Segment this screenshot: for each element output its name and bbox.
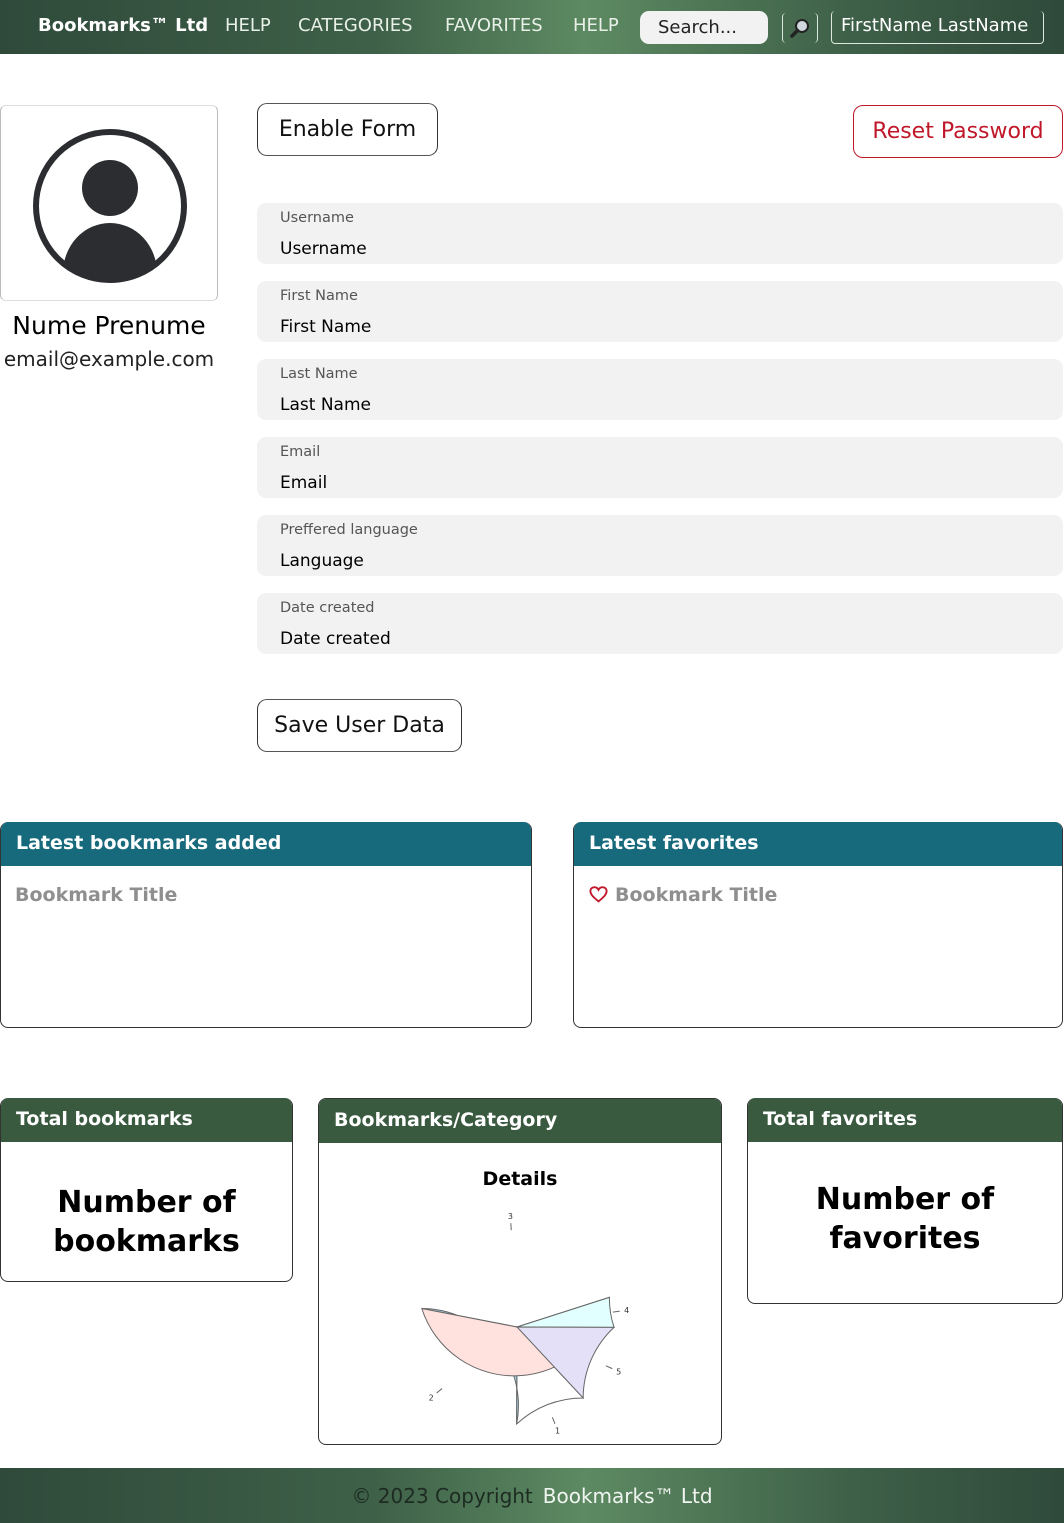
nav-link-favorites[interactable]: FAVORITES bbox=[445, 15, 543, 36]
magnifier-icon bbox=[790, 19, 809, 38]
profile-name: Nume Prenume bbox=[12, 311, 206, 340]
pie-label-tick-5 bbox=[605, 1365, 613, 1370]
card-title: Latest favorites bbox=[574, 822, 1062, 866]
footer: © 2023 Copyright Bookmarks™ Ltd bbox=[0, 1468, 1064, 1523]
username-field[interactable]: Username Username bbox=[257, 203, 1063, 264]
pie-label-3: 3 bbox=[508, 1212, 513, 1221]
bookmarks-count-line1: Number of bbox=[57, 1185, 236, 1220]
field-label: Date created bbox=[280, 600, 375, 616]
enable-form-button[interactable]: Enable Form bbox=[257, 103, 438, 156]
chart-title: Details bbox=[482, 1168, 558, 1190]
footer-copyright: © 2023 Copyright bbox=[351, 1484, 533, 1508]
card-title: Total favorites bbox=[748, 1098, 1062, 1142]
user-menu[interactable]: FirstName LastName bbox=[831, 11, 1044, 44]
card-title: Latest bookmarks added bbox=[1, 822, 531, 866]
nav-link-categories[interactable]: CATEGORIES bbox=[298, 15, 413, 36]
bookmarks-per-category-card: Bookmarks/Category Details 1 2 3 4 5 bbox=[318, 1098, 722, 1445]
field-value: Username bbox=[280, 239, 367, 259]
pie-slice-4 bbox=[516, 1296, 615, 1328]
field-value: First Name bbox=[280, 317, 372, 337]
search-button[interactable] bbox=[782, 13, 818, 43]
save-user-data-button[interactable]: Save User Data bbox=[257, 699, 462, 752]
pie-chart: 1 2 3 4 5 bbox=[421, 1212, 629, 1435]
latest-bookmarks-card: Latest bookmarks added Bookmark Title bbox=[0, 822, 532, 1028]
bookmark-link[interactable]: Bookmark Title bbox=[15, 884, 177, 906]
nav-link-help-2[interactable]: HELP bbox=[573, 15, 619, 36]
last-name-field[interactable]: Last Name Last Name bbox=[257, 359, 1063, 420]
reset-password-button[interactable]: Reset Password bbox=[853, 105, 1063, 158]
field-value: Language bbox=[280, 551, 364, 571]
heart-icon bbox=[589, 886, 608, 903]
profile-email: email@example.com bbox=[3, 347, 215, 371]
field-value: Date created bbox=[280, 629, 391, 649]
pie-label-4: 4 bbox=[624, 1306, 629, 1315]
pie-label-tick-4 bbox=[612, 1310, 620, 1313]
avatar bbox=[0, 105, 218, 301]
navbar: Bookmarks™ Ltd HELP CATEGORIES FAVORITES… bbox=[0, 0, 1064, 54]
total-bookmarks-card: Total bookmarks Number of bookmarks bbox=[0, 1098, 293, 1282]
card-title: Bookmarks/Category bbox=[319, 1099, 721, 1143]
pie-label-5: 5 bbox=[616, 1367, 621, 1376]
footer-brand-link[interactable]: Bookmarks™ Ltd bbox=[543, 1484, 713, 1508]
field-value: Email bbox=[280, 473, 328, 493]
card-title: Total bookmarks bbox=[1, 1098, 292, 1142]
language-field[interactable]: Preffered language Language bbox=[257, 515, 1063, 576]
field-value: Last Name bbox=[280, 395, 371, 415]
field-label: First Name bbox=[280, 288, 358, 304]
bookmarks-count-line2: bookmarks bbox=[53, 1224, 240, 1259]
favorites-count-line2: favorites bbox=[829, 1221, 981, 1256]
user-avatar-icon bbox=[33, 129, 187, 283]
favorites-count-line1: Number of bbox=[815, 1182, 995, 1217]
date-created-field[interactable]: Date created Date created bbox=[257, 593, 1063, 654]
favorite-bookmark-link[interactable]: Bookmark Title bbox=[615, 884, 777, 906]
brand-link[interactable]: Bookmarks™ Ltd bbox=[38, 15, 208, 36]
latest-favorites-card: Latest favorites Bookmark Title bbox=[573, 822, 1063, 1028]
first-name-field[interactable]: First Name First Name bbox=[257, 281, 1063, 342]
search-input[interactable] bbox=[640, 11, 768, 44]
email-field[interactable]: Email Email bbox=[257, 437, 1063, 498]
field-label: Last Name bbox=[280, 366, 358, 382]
total-favorites-card: Total favorites Number of favorites bbox=[747, 1098, 1063, 1304]
field-label: Email bbox=[280, 444, 321, 460]
field-label: Preffered language bbox=[280, 522, 418, 538]
pie-label-tick-2 bbox=[436, 1388, 443, 1394]
pie-label-tick-1 bbox=[551, 1417, 556, 1425]
field-label: Username bbox=[280, 210, 354, 226]
pie-label-1: 1 bbox=[555, 1426, 560, 1435]
pie-label-2: 2 bbox=[429, 1393, 434, 1402]
nav-link-help[interactable]: HELP bbox=[225, 15, 271, 36]
